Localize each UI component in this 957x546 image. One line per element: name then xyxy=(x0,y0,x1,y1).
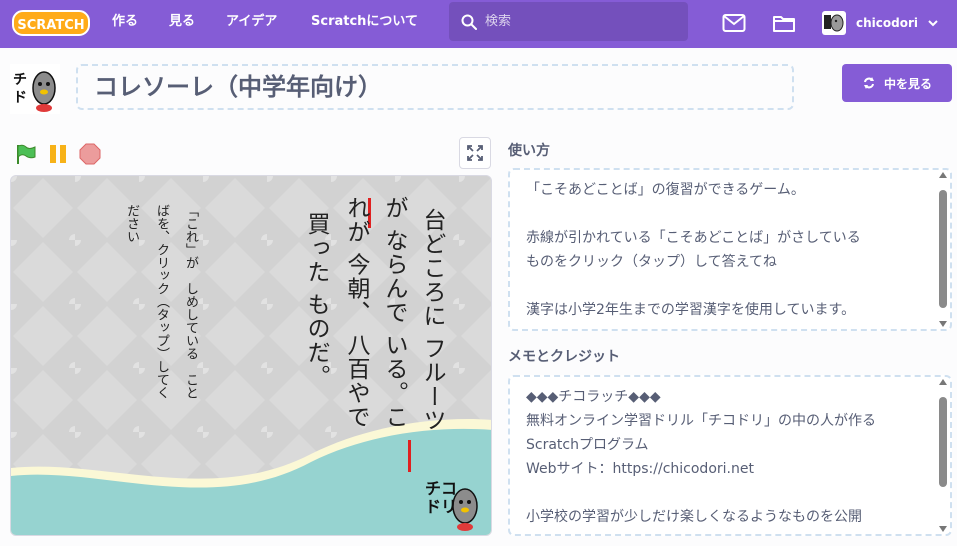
instruction-line-3: ださい xyxy=(124,204,139,243)
chicodori-logo-text: チコ ドリ xyxy=(425,479,458,516)
story-line-1: 台どころに フルーツ xyxy=(419,208,445,433)
see-inside-button[interactable]: 中を見る xyxy=(842,64,952,102)
project-title[interactable]: コレソーレ（中学年向け） xyxy=(76,64,794,110)
notes-box[interactable]: ◆◆◆チコラッチ◆◆◆ 無料オンライン学習ドリル「チコドリ」の中の人が作る Sc… xyxy=(508,375,952,536)
notes-text: ◆◆◆チコラッチ◆◆◆ 無料オンライン学習ドリル「チコドリ」の中の人が作る Sc… xyxy=(526,389,876,525)
fullscreen-icon xyxy=(467,145,483,161)
scroll-up-arrow[interactable] xyxy=(939,379,947,385)
scroll-down-arrow[interactable] xyxy=(939,526,947,532)
svg-text:チ: チ xyxy=(13,72,27,88)
green-flag-icon[interactable] xyxy=(14,143,36,165)
scroll-down-arrow[interactable] xyxy=(939,321,947,327)
story-line-3: れが 今朝、 八百やで xyxy=(343,196,369,429)
project-author-avatar[interactable]: チ ド xyxy=(10,64,60,114)
instructions-text: 「こそあどことば」の復習ができるゲーム。 赤線が引かれている「こそあどことば」が… xyxy=(526,182,861,318)
username: chicodori xyxy=(856,16,918,30)
project-stage[interactable]: 台どころに フルーツ が ならんで いる。こ れが 今朝、 八百やで 買った も… xyxy=(10,175,492,536)
scratch-logo[interactable]: SCRATCH xyxy=(12,8,90,38)
top-nav: SCRATCH 作る 見る アイデア Scratchについて chicodori xyxy=(0,0,957,48)
stop-icon[interactable] xyxy=(79,143,101,165)
scroll-thumb[interactable] xyxy=(939,190,947,308)
nav-explore[interactable]: 見る xyxy=(169,0,195,48)
nav-about[interactable]: Scratchについて xyxy=(311,0,418,48)
notes-scrollbar[interactable] xyxy=(938,379,948,532)
instruction-line-1: 「これ」が しめしている こと xyxy=(183,204,198,399)
user-avatar xyxy=(822,11,846,35)
chevron-down-icon xyxy=(928,20,938,27)
svg-text:ド: ド xyxy=(13,90,27,106)
instruction-line-2: ばを、クリック（タップ）してく xyxy=(154,204,169,399)
search-input[interactable] xyxy=(485,14,665,29)
nav-create[interactable]: 作る xyxy=(112,0,138,48)
remix-arrows-icon xyxy=(863,77,874,89)
story-line-2: が ならんで いる。こ xyxy=(381,196,407,429)
my-stuff-folder-icon[interactable] xyxy=(772,12,796,34)
story-line-4: 買った ものだ。 xyxy=(303,212,329,389)
nav-ideas[interactable]: アイデア xyxy=(226,0,277,48)
search-bar[interactable] xyxy=(449,2,688,41)
user-menu[interactable]: chicodori xyxy=(822,10,938,36)
instructions-scrollbar[interactable] xyxy=(938,172,948,327)
instructions-heading: 使い方 xyxy=(508,143,550,159)
logo-text: SCRATCH xyxy=(17,18,84,33)
fullscreen-button[interactable] xyxy=(459,137,491,169)
scroll-up-arrow[interactable] xyxy=(939,172,947,178)
notes-heading: メモとクレジット xyxy=(508,349,620,365)
pause-icon[interactable] xyxy=(47,143,69,165)
see-inside-label: 中を見る xyxy=(883,76,932,91)
instructions-box[interactable]: 「こそあどことば」の復習ができるゲーム。 赤線が引かれている「こそあどことば」が… xyxy=(508,168,952,331)
search-icon xyxy=(461,14,477,30)
scroll-thumb[interactable] xyxy=(939,397,947,487)
messages-icon[interactable] xyxy=(722,12,746,34)
